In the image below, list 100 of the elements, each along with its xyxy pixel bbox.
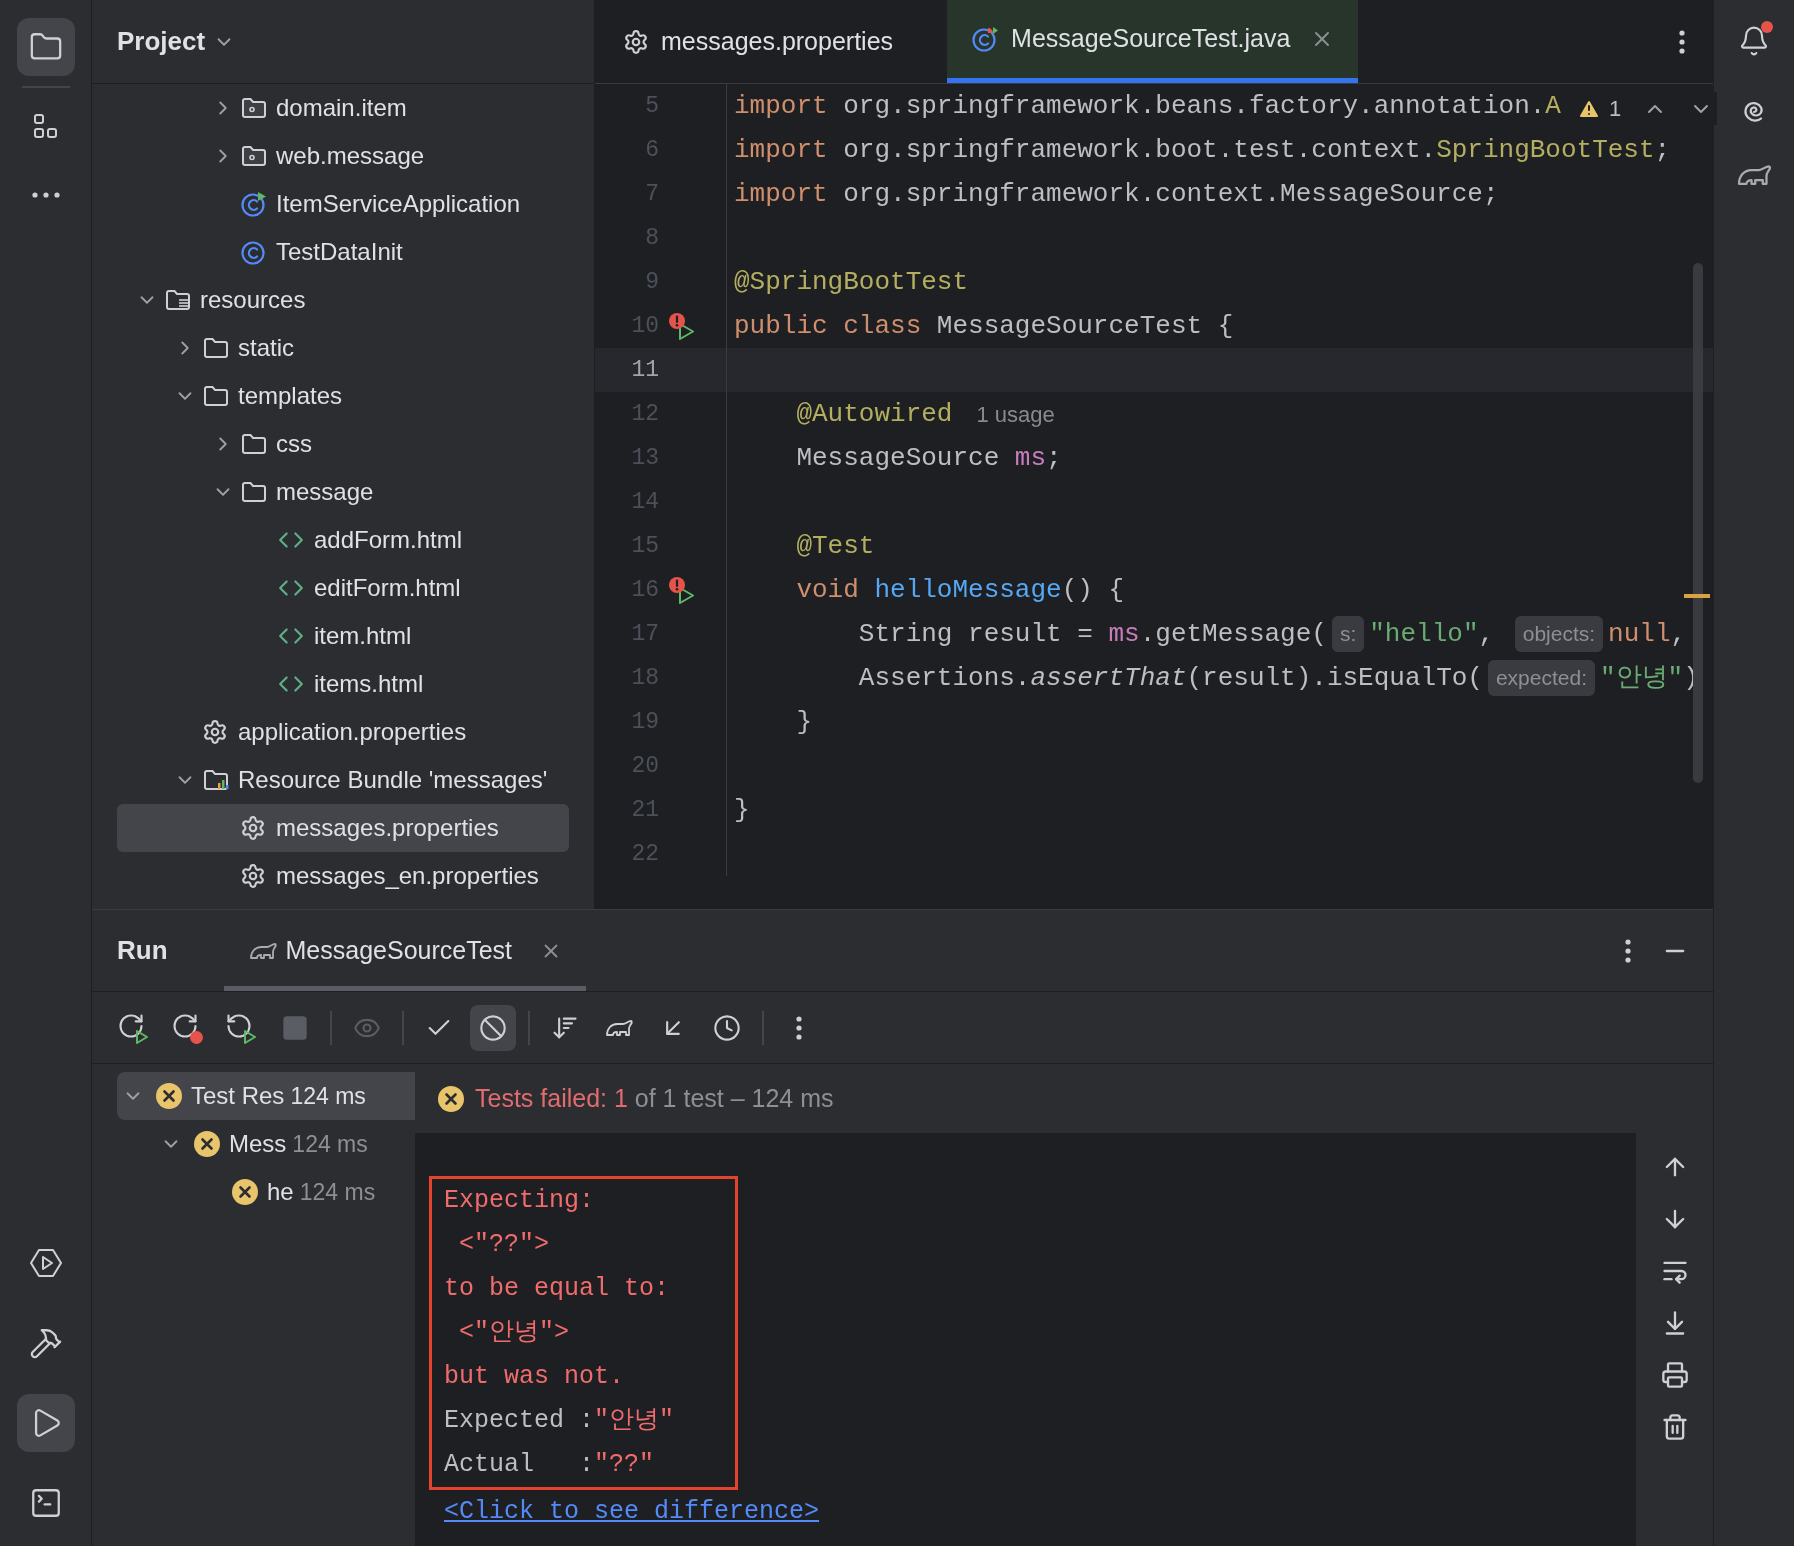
code-line: import org.springframework.beans.factory.annotation.A (734, 89, 1561, 123)
auto-rerun-icon (225, 1011, 257, 1044)
more-icon[interactable] (1679, 29, 1685, 54)
tree-item[interactable]: static (117, 324, 569, 372)
class-icon (240, 238, 268, 266)
test-duration: 124 ms (292, 1129, 368, 1159)
tree-item-label: resources (200, 285, 306, 315)
tree-item-label: TestDataInit (276, 237, 403, 267)
tree-item[interactable]: templates (117, 372, 569, 420)
gear-icon (202, 719, 228, 745)
tree-item-label: items.html (314, 669, 424, 699)
console-line: Actual :"??" (444, 1449, 656, 1482)
scrollbar[interactable] (1693, 263, 1703, 783)
code-line: String result = ms.getMessage( s: "hello", objects: null, (734, 614, 1687, 654)
gear-icon (240, 815, 266, 841)
code-line: void helloMessage() { (795, 573, 1125, 607)
test-name: Mess (229, 1129, 287, 1159)
ban-icon (479, 1013, 507, 1042)
code-line: } (734, 793, 750, 827)
gear-icon (240, 863, 266, 889)
stop-icon (281, 1013, 309, 1042)
test-class-icon (971, 25, 1000, 53)
tree-item-label: Resource Bundle 'messages' (238, 765, 548, 795)
console-line: <"안녕"> (458, 1317, 570, 1350)
code-line: } (795, 705, 812, 739)
trash-icon[interactable] (1660, 1413, 1689, 1441)
console-line: but was not. (444, 1361, 626, 1394)
test-tree-item[interactable]: Mess 124 ms (117, 1120, 415, 1168)
code-line: import org.springframework.boot.test.context.SpringBootTest; (734, 133, 1671, 167)
ignored-button[interactable] (470, 1004, 516, 1051)
tree-item[interactable]: item.html (117, 612, 569, 660)
tree-item-label: templates (238, 381, 343, 411)
tree-item-label: messages.properties (276, 813, 499, 843)
console-line: Expected :"안녕" (444, 1405, 676, 1438)
tree-item[interactable]: Resource Bundle 'messages' (117, 756, 569, 804)
test-name: Test Res (191, 1081, 285, 1111)
code-line: @Autowired 1 usage (795, 397, 1055, 431)
test-status: Tests failed: 1 of 1 test – 124 ms (475, 1082, 834, 1114)
editor-tab[interactable]: messages.properties (595, 0, 948, 83)
rerun-icon (117, 1011, 149, 1044)
code-line: public class MessageSourceTest { (734, 309, 1234, 343)
services-icon (28, 1246, 63, 1280)
test-duration: 124 ms (299, 1177, 376, 1207)
hammer-icon (28, 1326, 63, 1360)
bell-icon (1738, 25, 1770, 57)
panel-title: Run (117, 934, 168, 967)
tree-item-label: ItemServiceApplication (276, 189, 521, 219)
tree-item-label: static (238, 333, 294, 363)
run-tab[interactable]: MessageSourceTest (223, 910, 587, 991)
tree-item[interactable]: items.html (117, 660, 569, 708)
gear-icon (623, 28, 649, 55)
tree-item-label: addForm.html (314, 525, 463, 555)
tree-item-label: item.html (314, 621, 412, 651)
more-icon[interactable] (796, 1015, 802, 1040)
tree-item[interactable]: TestDataInit (117, 228, 569, 276)
tree-item-label: messages_en.properties (276, 861, 539, 891)
tree-item[interactable]: web.message (117, 132, 569, 180)
console-line: <"??"> (458, 1229, 551, 1262)
tree-item[interactable]: messages.properties (117, 804, 569, 852)
tree-item-label: css (276, 429, 312, 459)
tree-item[interactable]: message (117, 468, 569, 516)
code-line: MessageSource ms; (795, 441, 1062, 475)
tree-item[interactable]: application.properties (117, 708, 569, 756)
editor-tab[interactable]: MessageSourceTest.java (947, 0, 1359, 83)
run-failed-icon[interactable] (667, 575, 697, 605)
console-line: to be equal to: (444, 1273, 671, 1306)
tree-item[interactable]: messages_en.properties (117, 852, 569, 900)
test-tree-item[interactable]: he 124 ms (117, 1168, 415, 1216)
code-line: import org.springframework.context.MessageSource; (734, 177, 1499, 211)
tree-item[interactable]: addForm.html (117, 516, 569, 564)
tree-item-label: message (276, 477, 374, 507)
more-icon[interactable] (1625, 938, 1631, 963)
tree-item[interactable]: domain.item (117, 84, 569, 132)
test-duration: 124 ms (290, 1081, 366, 1111)
test-tree-item[interactable]: Test Res 124 ms (117, 1072, 415, 1120)
warning-count: 1 (1609, 95, 1622, 123)
run-tool-button[interactable] (16, 1394, 75, 1452)
rerun-failed-icon (171, 1011, 203, 1044)
code-line: @SpringBootTest (734, 265, 969, 299)
tree-item[interactable]: ItemServiceApplication (117, 180, 569, 228)
run-failed-icon[interactable] (667, 311, 697, 341)
tree-item[interactable]: resources (117, 276, 569, 324)
diff-link[interactable]: <Click to see difference> (444, 1493, 820, 1531)
printer-icon[interactable] (1660, 1361, 1689, 1389)
more-icon (31, 192, 60, 198)
panel-title: Project (117, 25, 206, 58)
warning-stripe (1684, 594, 1710, 598)
line-number: 11 (630, 355, 659, 385)
test-name: he (267, 1177, 294, 1207)
tree-item[interactable]: editForm.html (117, 564, 569, 612)
console-line: Expecting: (444, 1185, 596, 1218)
tree-item-label: web.message (276, 141, 425, 171)
tree-item-label: editForm.html (314, 573, 461, 603)
class-run-icon (240, 190, 268, 218)
project-tool-button[interactable] (16, 18, 75, 76)
code-line: @Test (795, 529, 875, 563)
clock-icon (713, 1013, 741, 1042)
tree-item[interactable]: css (117, 420, 569, 468)
tree-item-label: domain.item (276, 93, 407, 123)
tree-item-label: application.properties (238, 717, 467, 747)
